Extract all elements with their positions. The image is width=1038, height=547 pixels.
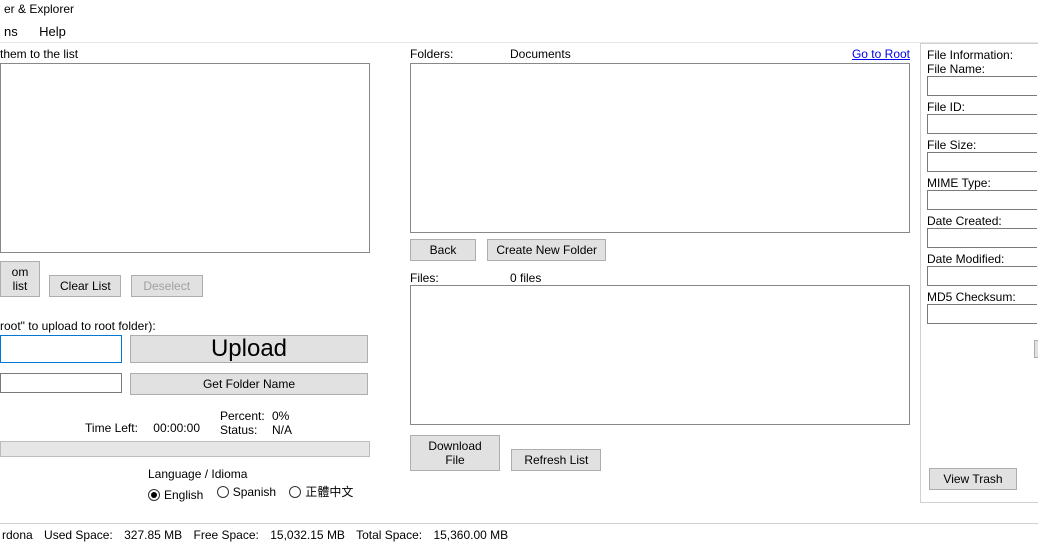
date-created-field[interactable] xyxy=(927,228,1037,248)
deselect-button: Deselect xyxy=(131,275,203,297)
go-to-root-link[interactable]: Go to Root xyxy=(852,47,910,61)
download-file-button[interactable]: Download File xyxy=(410,435,500,471)
folder-list[interactable] xyxy=(410,63,910,233)
file-id-field[interactable] xyxy=(927,114,1037,134)
total-space-label: Total Space: xyxy=(356,528,422,542)
mime-type-label: MIME Type: xyxy=(927,176,1038,190)
md5-label: MD5 Checksum: xyxy=(927,290,1038,304)
status-value: N/A xyxy=(272,423,292,437)
file-list[interactable] xyxy=(410,285,910,425)
window-title: er & Explorer xyxy=(0,0,1038,20)
drop-hint-label: them to the list xyxy=(0,43,375,63)
used-space-value: 327.85 MB xyxy=(124,528,182,542)
file-size-field[interactable] xyxy=(927,152,1037,172)
time-left-label: Time Left: xyxy=(85,421,138,435)
menu-item-ns[interactable]: ns xyxy=(2,22,28,41)
percent-label: Percent: xyxy=(220,409,272,423)
time-left-value: 00:00:00 xyxy=(153,421,200,435)
date-created-label: Date Created: xyxy=(927,214,1038,228)
language-radio-spanish[interactable]: Spanish xyxy=(217,485,276,499)
radio-icon xyxy=(217,486,229,498)
language-radio-english[interactable]: English xyxy=(148,488,203,502)
language-group-label: Language / Idioma xyxy=(148,467,375,481)
used-space-label: Used Space: xyxy=(44,528,113,542)
upload-progress-bar xyxy=(0,441,370,457)
folder-id-input[interactable] xyxy=(0,335,122,363)
refresh-list-button[interactable]: Refresh List xyxy=(511,449,601,471)
percent-value: 0% xyxy=(272,409,289,423)
date-modified-field[interactable] xyxy=(927,266,1037,286)
view-trash-button[interactable]: View Trash xyxy=(929,468,1017,490)
radio-label: Spanish xyxy=(233,485,276,499)
back-button[interactable]: Back xyxy=(410,239,476,261)
radio-icon xyxy=(148,489,160,501)
create-new-folder-button[interactable]: Create New Folder xyxy=(487,239,606,261)
file-id-label: File ID: xyxy=(927,100,1038,114)
remove-from-list-button[interactable]: om list xyxy=(0,261,40,297)
mime-type-field[interactable] xyxy=(927,190,1037,210)
file-info-group-label: File Information: xyxy=(927,48,1038,62)
date-modified-label: Date Modified: xyxy=(927,252,1038,266)
language-radio-chinese[interactable]: 正體中文 xyxy=(289,483,353,500)
status-label: Status: xyxy=(220,423,272,437)
file-size-label: File Size: xyxy=(927,138,1038,152)
radio-label: 正體中文 xyxy=(305,483,353,500)
folder-name-output[interactable] xyxy=(0,373,122,393)
file-info-panel: File Information: File Name: File ID: Fi… xyxy=(920,43,1038,503)
free-space-value: 15,032.15 MB xyxy=(270,528,345,542)
folders-label: Folders: xyxy=(410,47,510,61)
files-count: 0 files xyxy=(510,271,541,285)
upload-button[interactable]: Upload xyxy=(130,335,368,363)
upload-panel: them to the list om list Clear List Dese… xyxy=(0,43,375,503)
file-name-label: File Name: xyxy=(927,62,1038,76)
free-space-label: Free Space: xyxy=(194,528,259,542)
explorer-panel: Folders: Documents Go to Root Back Creat… xyxy=(410,43,910,503)
current-folder-name: Documents xyxy=(510,47,852,61)
unknown-truncated-button[interactable] xyxy=(1034,340,1038,358)
radio-label: English xyxy=(164,488,203,502)
status-user: rdona xyxy=(2,528,33,542)
files-label: Files: xyxy=(410,271,510,285)
status-bar: rdona Used Space: 327.85 MB Free Space: … xyxy=(0,523,1038,545)
total-space-value: 15,360.00 MB xyxy=(433,528,508,542)
menu-item-help[interactable]: Help xyxy=(37,22,76,41)
upload-file-list[interactable] xyxy=(0,63,370,253)
file-name-field[interactable] xyxy=(927,76,1037,96)
md5-field[interactable] xyxy=(927,304,1037,324)
main-area: them to the list om list Clear List Dese… xyxy=(0,42,1038,522)
clear-list-button[interactable]: Clear List xyxy=(49,275,121,297)
radio-icon xyxy=(289,486,301,498)
folder-id-hint: root" to upload to root folder): xyxy=(0,319,375,333)
get-folder-name-button[interactable]: Get Folder Name xyxy=(130,373,368,395)
menu-bar: ns Help xyxy=(0,20,1038,42)
